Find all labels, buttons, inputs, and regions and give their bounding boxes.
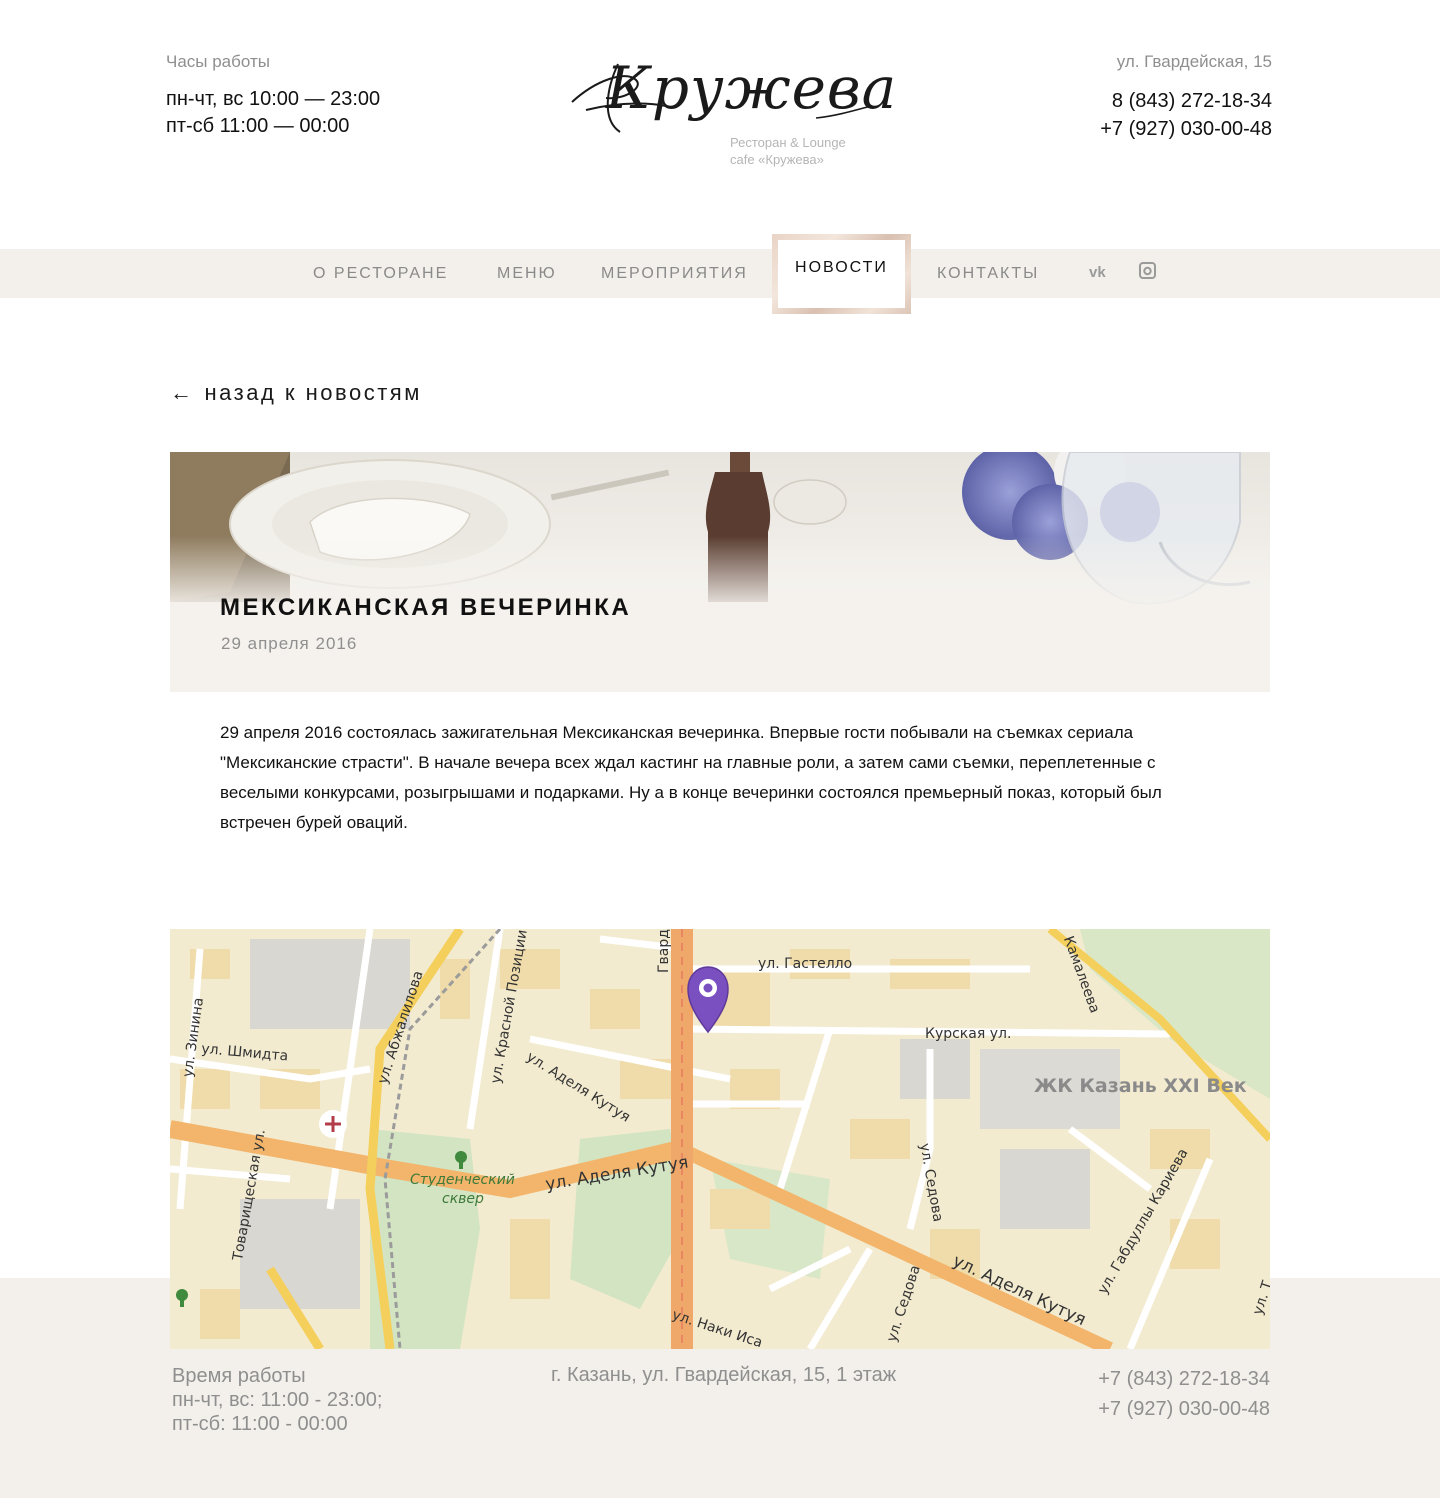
header-phones: 8 (843) 272-18-34 +7 (927) 030-00-48 — [1100, 87, 1272, 143]
nav-item-news-active[interactable]: НОВОСТИ — [772, 234, 911, 314]
phone-link[interactable]: 8 (843) 272-18-34 — [1100, 87, 1272, 115]
instagram-glyph — [1139, 262, 1156, 279]
map-street-label: Курская ул. — [925, 1026, 1012, 1042]
footer-hours-line: пн-чт, вс: 11:00 - 23:00; — [172, 1389, 383, 1411]
header-address: ул. Гвардейская, 15 — [1116, 52, 1272, 71]
phone-link[interactable]: +7 (927) 030-00-48 — [1100, 115, 1272, 143]
nav-item-menu[interactable]: МЕНЮ — [497, 249, 557, 298]
map-park-label: Студенческий — [410, 1172, 515, 1188]
footer-phone-link[interactable]: +7 (927) 030-00-48 — [1098, 1394, 1270, 1424]
building-block — [240, 1199, 360, 1309]
location-map[interactable]: ул. Гастелло Гвардейская у Курская ул. К… — [170, 929, 1270, 1349]
header-contacts: ул. Гвардейская, 15 8 (843) 272-18-34 +7… — [1100, 52, 1272, 143]
header-hours: Часы работы пн-чт, вс 10:00 — 23:00 пт-с… — [166, 52, 380, 140]
article-body: 29 апреля 2016 состоялась зажигательная … — [220, 718, 1230, 838]
logo-subtitle-line: cafe «Кружева» — [730, 152, 824, 167]
nav-item-news-label: НОВОСТИ — [795, 259, 888, 276]
hours-line: пт-сб 11:00 — 00:00 — [166, 115, 350, 137]
hours-line: пн-чт, вс 10:00 — 23:00 — [166, 88, 381, 110]
nav-item-about[interactable]: О РЕСТОРАНЕ — [313, 249, 448, 298]
map-street-label: Гвардейская у — [656, 929, 672, 973]
building-block — [900, 1039, 970, 1099]
nav-item-contacts[interactable]: КОНТАКТЫ — [937, 249, 1039, 298]
nav-item-events[interactable]: МЕРОПРИЯТИЯ — [601, 249, 748, 298]
footer-hours: Время работы пн-чт, вс: 11:00 - 23:00; п… — [172, 1364, 382, 1436]
logo-subtitle: Ресторан & Lounge cafe «Кружева» — [730, 134, 846, 168]
building-block — [250, 939, 410, 1029]
logo[interactable]: Кружева Ресторан & Lounge cafe «Кружева» — [566, 40, 896, 175]
article-line: 29 апреля 2016 состоялась зажигательная … — [220, 723, 1134, 742]
logo-subtitle-line: Ресторан & Lounge — [730, 135, 846, 150]
footer-phone-link[interactable]: +7 (843) 272-18-34 — [1098, 1364, 1270, 1394]
article-line: "Мексиканские страсти". В начале вечера … — [220, 753, 1156, 772]
article-hero: МЕКСИКАНСКАЯ ВЕЧЕРИНКА 29 апреля 2016 — [170, 452, 1270, 692]
back-to-news-link[interactable]: ← назад к новостям — [170, 380, 422, 406]
map-district-label: ЖК Казань XXI Век — [1034, 1075, 1247, 1097]
building-block — [1000, 1149, 1090, 1229]
map-park-label: сквер — [442, 1191, 484, 1207]
hero-fade-overlay — [170, 452, 1270, 692]
arrow-left-icon: ← — [170, 380, 195, 405]
vk-icon[interactable]: vk — [1089, 264, 1106, 281]
article-line: веселыми конкурсами, розыгрышами и подар… — [220, 783, 1162, 802]
hours-text: пн-чт, вс 10:00 — 23:00 пт-сб 11:00 — 00… — [166, 86, 380, 140]
article-title: МЕКСИКАНСКАЯ ВЕЧЕРИНКА — [220, 594, 632, 621]
instagram-icon[interactable] — [1139, 262, 1156, 283]
article-line: встречен бурей оваций. — [220, 813, 408, 832]
footer-hours-line: пт-сб: 11:00 - 00:00 — [172, 1413, 348, 1435]
footer-hours-caption: Время работы — [172, 1365, 306, 1387]
back-link-label: назад к новостям — [204, 380, 422, 405]
footer-address: г. Казань, ул. Гвардейская, 15, 1 этаж — [551, 1364, 897, 1386]
map-street-label: ул. Гастелло — [758, 956, 853, 972]
hours-caption: Часы работы — [166, 52, 270, 71]
footer-phones: +7 (843) 272-18-34 +7 (927) 030-00-48 — [1098, 1364, 1270, 1424]
article-date: 29 апреля 2016 — [221, 634, 358, 653]
